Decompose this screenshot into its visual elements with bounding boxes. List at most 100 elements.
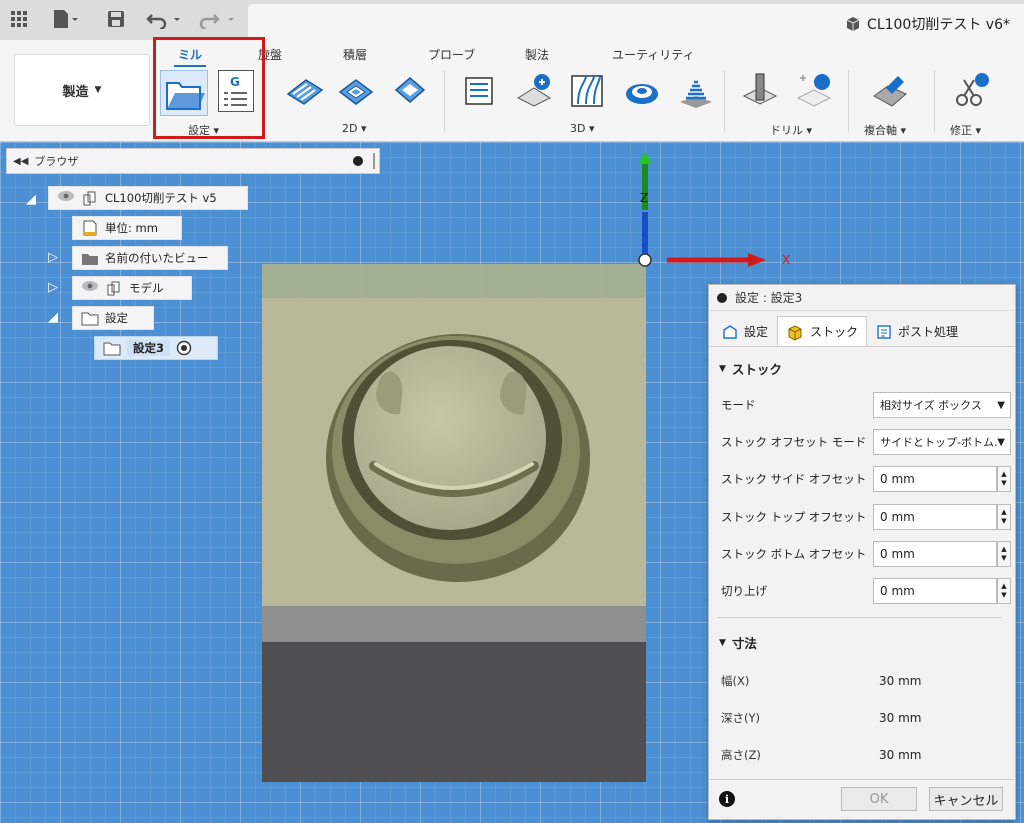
tab-stock[interactable]: ストック (777, 316, 868, 346)
browser-node-setup3[interactable]: 設定3 (94, 336, 218, 360)
highlight-box (153, 37, 265, 139)
3d-adaptive-tool[interactable] (460, 70, 500, 110)
browser-header[interactable]: ◀◀ ブラウザ (6, 148, 380, 174)
dialog-title: 設定 : 設定3 (735, 291, 803, 305)
setup-dialog: 設定 : 設定3 設定 ストック ポスト処理 ▼ ストック モード 相対サイズ … (708, 284, 1016, 820)
3d-scallop-tool[interactable] (676, 70, 716, 110)
collapse-panel-icon[interactable]: ◀◀ (13, 156, 28, 167)
axis-triad: Z X (638, 152, 790, 267)
collapsed-triangle-icon[interactable]: ▷ (48, 250, 60, 265)
field-side-offset: ストック サイド オフセット 0 mm ▲ ▼ (721, 466, 1011, 492)
browser-title: ブラウザ (34, 155, 79, 168)
folder-icon (82, 254, 98, 265)
visibility-eye-icon[interactable] (57, 190, 75, 206)
axis-x-label: X (782, 253, 790, 267)
browser-node-setups[interactable]: 設定 (72, 306, 154, 330)
footer-divider (709, 779, 1015, 780)
3d-pocket-clear-tool[interactable] (514, 70, 554, 110)
info-icon[interactable]: i (719, 791, 735, 807)
tab-setup[interactable]: 設定 (713, 316, 777, 346)
ribbon-divider (934, 70, 935, 132)
browser-node-units[interactable]: 単位: mm (72, 216, 182, 240)
mode-select[interactable]: 相対サイズ ボックス ▼ (873, 392, 1011, 418)
3d-pocket-clear-icon (516, 74, 552, 107)
file-icon[interactable] (52, 8, 78, 30)
dimensions-section-header[interactable]: ▼ 寸法 (709, 633, 757, 652)
group-drill-label[interactable]: ドリル ▾ (770, 122, 812, 138)
component-icon (107, 281, 120, 296)
undo-icon[interactable] (146, 8, 186, 30)
dimension-width: 幅(X) 30 mm (721, 674, 922, 688)
group-multi-axis-label[interactable]: 複合軸 ▾ (864, 122, 906, 138)
model-bottom-face (262, 642, 646, 782)
document-title: CL100切削テスト v6* (867, 17, 1010, 33)
group-3d-label[interactable]: 3D ▾ (570, 122, 595, 135)
group-2d-label[interactable]: 2D ▾ (342, 122, 367, 135)
2d-adaptive-tool[interactable] (284, 70, 324, 110)
dialog-title-bar[interactable]: 設定 : 設定3 (709, 285, 1015, 311)
active-setup-radio-icon[interactable] (176, 340, 192, 356)
expanded-triangle-icon[interactable]: ◢ (48, 310, 60, 325)
hole-recognition-tool[interactable] (794, 70, 834, 110)
cancel-button[interactable]: キャンセル (929, 787, 1003, 811)
tab-probe[interactable]: プローブ (428, 46, 475, 63)
round-up-input[interactable]: 0 mm (873, 578, 997, 604)
2d-adaptive-icon (286, 79, 324, 105)
save-icon[interactable] (106, 8, 126, 30)
expanded-triangle-icon[interactable]: ◢ (26, 192, 38, 207)
top-offset-stepper[interactable]: ▲ ▼ (997, 504, 1011, 530)
ribbon-divider (724, 70, 725, 132)
field-top-offset: ストック トップ オフセット 0 mm ▲ ▼ (721, 504, 1011, 530)
multi-axis-tool[interactable] (870, 70, 910, 110)
drill-tool[interactable] (740, 70, 780, 110)
ribbon-divider (444, 70, 445, 132)
modify-tool[interactable] (952, 70, 992, 110)
multi-axis-icon (873, 76, 907, 107)
browser-node-named-views[interactable]: 名前の付いたビュー (72, 246, 228, 270)
bottom-offset-input[interactable]: 0 mm (873, 541, 997, 567)
tab-fabrication[interactable]: 製法 (525, 46, 549, 63)
browser-node-root[interactable]: CL100切削テスト v5 (48, 186, 248, 210)
2d-face-tool[interactable] (390, 70, 430, 110)
setup-folder-icon (81, 312, 99, 326)
chevron-down-icon: ▼ (94, 85, 102, 95)
top-offset-input[interactable]: 0 mm (873, 504, 997, 530)
model-face (262, 298, 646, 606)
stock-cube-icon (788, 324, 802, 341)
side-offset-stepper[interactable]: ▲ ▼ (997, 466, 1011, 492)
grid-menu-icon[interactable] (10, 8, 28, 30)
2d-pocket-tool[interactable] (336, 70, 376, 110)
panel-resize-handle[interactable] (373, 153, 375, 169)
panel-pin-icon[interactable] (353, 156, 363, 166)
cube-icon (846, 17, 860, 31)
field-bottom-offset: ストック ボトム オフセット 0 mm ▲ ▼ (721, 541, 1011, 567)
tab-post-process[interactable]: ポスト処理 (867, 316, 967, 346)
field-stock-offset-mode: ストック オフセット モード サイドとトップ-ボトム... ▼ (721, 429, 1011, 455)
round-up-stepper[interactable]: ▲ ▼ (997, 578, 1011, 604)
browser-node-model[interactable]: モデル (72, 276, 192, 300)
field-round-up: 切り上げ 0 mm ▲ ▼ (721, 578, 1011, 604)
document-tab[interactable]: CL100切削テスト v6* (248, 4, 1024, 40)
model-side-face (262, 606, 646, 642)
dimension-height: 高さ(Z) 30 mm (721, 748, 922, 762)
stock-section-header[interactable]: ▼ ストック (709, 359, 782, 378)
setup-folder-icon (103, 342, 121, 356)
collapsed-triangle-icon[interactable]: ▷ (48, 280, 60, 295)
workspace-selector[interactable]: 製造 ▼ (14, 54, 150, 126)
title-bar: CL100切削テスト v6* (0, 0, 1024, 40)
3d-parallel-tool[interactable] (568, 70, 608, 110)
dialog-collapse-icon[interactable] (717, 292, 727, 303)
2d-pocket-icon (338, 79, 374, 105)
group-modify-label[interactable]: 修正 ▾ (950, 122, 981, 138)
stock-offset-mode-select[interactable]: サイドとトップ-ボトム... ▼ (873, 429, 1011, 455)
tab-utilities[interactable]: ユーティリティ (612, 46, 695, 63)
ok-button[interactable]: OK (841, 787, 917, 811)
tab-additive[interactable]: 積層 (343, 46, 367, 63)
side-offset-input[interactable]: 0 mm (873, 466, 997, 492)
ribbon-divider (848, 70, 849, 132)
redo-icon[interactable] (198, 8, 238, 30)
visibility-eye-icon[interactable] (81, 280, 99, 296)
3d-contour-tool[interactable] (622, 70, 662, 110)
hole-recognition-icon (796, 74, 832, 107)
bottom-offset-stepper[interactable]: ▲ ▼ (997, 541, 1011, 567)
